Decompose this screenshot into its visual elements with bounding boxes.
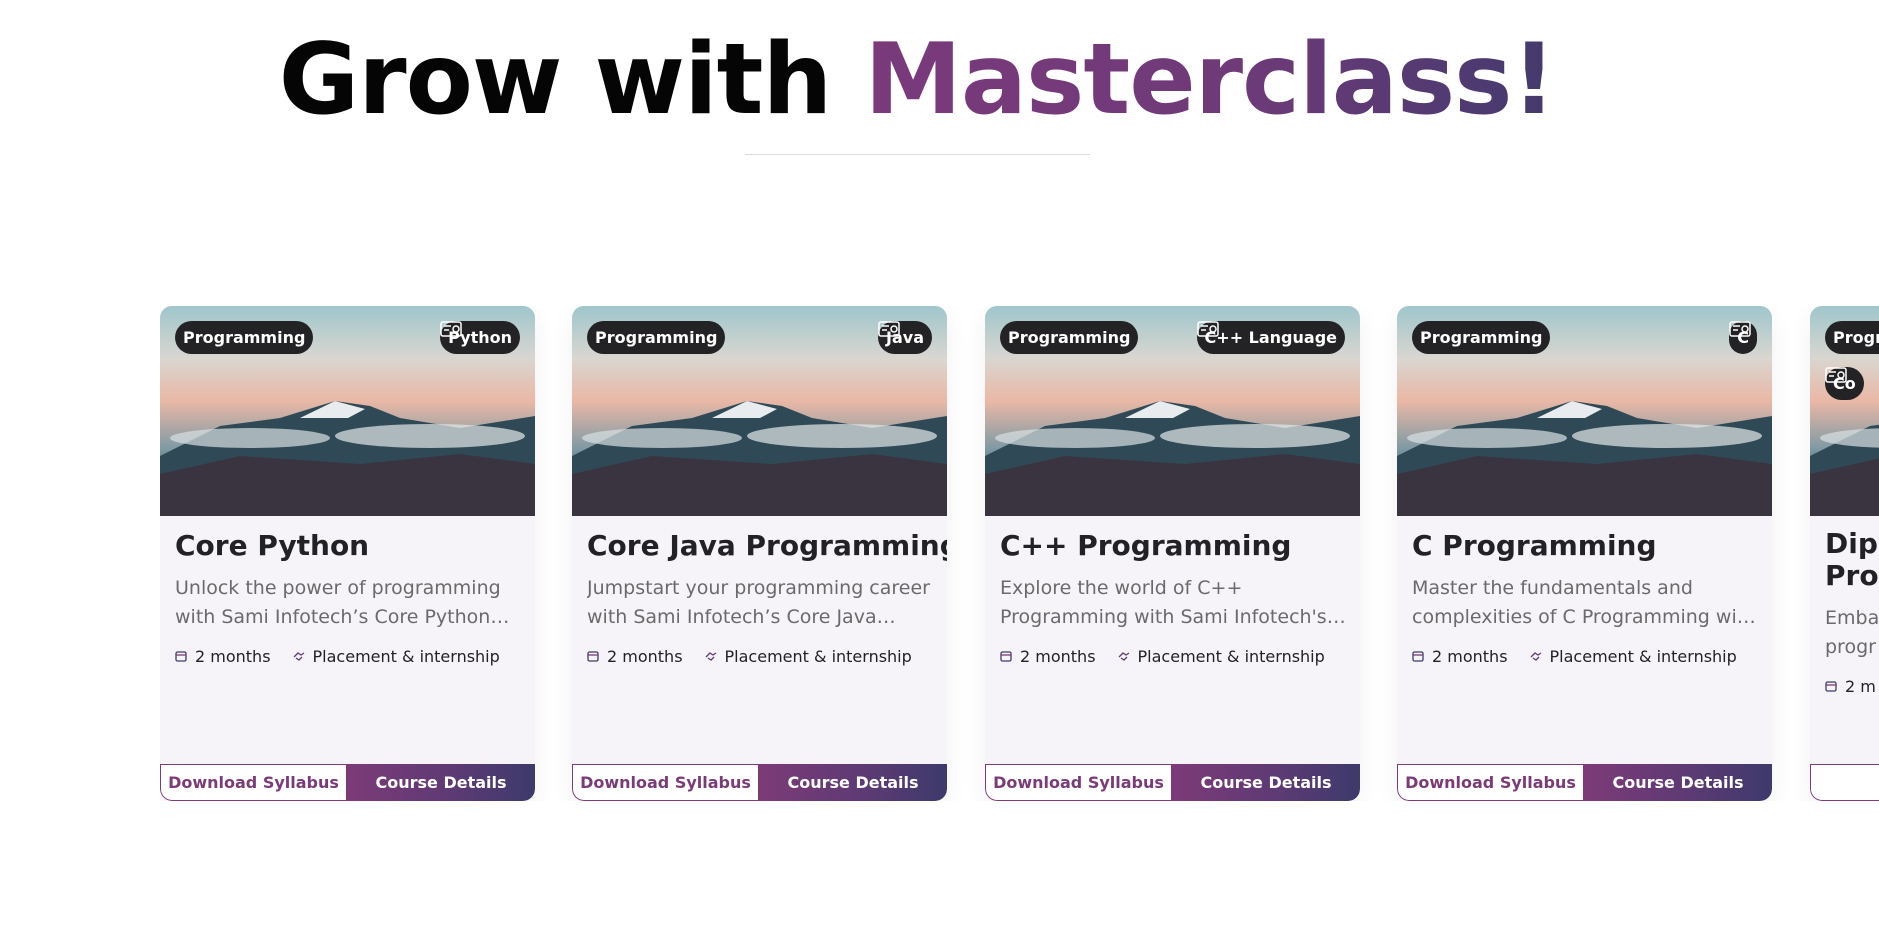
course-card: Programming C C Programming Master the f… (1397, 306, 1772, 801)
course-description: Explore the world of C++ Programming wit… (1000, 577, 1327, 628)
course-duration: 2 months (1432, 646, 1508, 666)
calendar-icon (587, 651, 599, 662)
download-syllabus-button[interactable]: Download Syllabus (1397, 764, 1584, 801)
category-badge: Programming (1000, 321, 1139, 354)
language-badge: C (1729, 321, 1757, 354)
download-syllabus-button[interactable]: Download Syllabus (985, 764, 1172, 801)
course-details-button[interactable]: Course Details (1584, 764, 1772, 801)
language-badge: C++ Language (1196, 321, 1345, 354)
course-description: Jumpstart your programming career with S… (587, 577, 930, 628)
language-badge-label: C++ Language (1204, 328, 1337, 347)
course-description: Unlock the power of programming with Sam… (175, 577, 501, 628)
course-details-button[interactable]: Course Details (1172, 764, 1360, 801)
heading-divider (745, 154, 1090, 155)
calendar-icon (1825, 681, 1837, 692)
course-perk: Placement & internship (724, 646, 912, 666)
course-image: Programming C++ Language (985, 306, 1360, 516)
certificate-icon (1825, 367, 1847, 383)
handshake-icon (1118, 652, 1129, 661)
course-image: Programming C (1397, 306, 1772, 516)
certificate-icon (1196, 321, 1219, 337)
card-actions: Download Syllabus Course Details (160, 764, 535, 801)
certificate-icon (878, 321, 900, 337)
card-actions: Download Syllabus Course Details (572, 764, 947, 801)
course-title: C Programming (1412, 529, 1657, 562)
course-title: Core Python (175, 529, 370, 562)
course-card: Programming Co Dip Pro Emba progr 2 m Do… (1810, 306, 1879, 801)
course-duration: 2 months (1020, 646, 1096, 666)
certificate-icon (1729, 321, 1751, 337)
section-heading: Grow with Masterclass! (0, 20, 1834, 140)
course-details-button[interactable]: Course Details (759, 764, 947, 801)
calendar-icon (1000, 651, 1012, 662)
course-description: Emba progr (1825, 607, 1879, 658)
course-details-button[interactable]: Course Details (347, 764, 535, 801)
course-duration: 2 months (195, 646, 271, 666)
category-badge: Programming (1825, 321, 1879, 354)
course-image: Programming Co (1810, 306, 1879, 516)
course-meta: 2 months Placement & internship (587, 646, 912, 666)
calendar-icon (1412, 651, 1424, 662)
course-card: Programming Python Core Python Unlock th… (160, 306, 535, 801)
calendar-icon (175, 651, 187, 662)
course-perk: Placement & internship (1137, 646, 1325, 666)
course-meta: 2 months Placement & internship (1000, 646, 1325, 666)
course-meta: 2 months Placement & internship (175, 646, 500, 666)
course-meta: 2 m (1825, 676, 1876, 696)
card-actions: Down (1810, 764, 1879, 801)
download-syllabus-button[interactable]: Download Syllabus (572, 764, 759, 801)
course-duration: 2 m (1845, 676, 1876, 696)
course-meta: 2 months Placement & internship (1412, 646, 1737, 666)
course-title: Dip Pro (1825, 527, 1879, 592)
category-badge: Programming (175, 321, 314, 354)
card-actions: Download Syllabus Course Details (985, 764, 1360, 801)
course-image: Programming Java (572, 306, 947, 516)
course-carousel: Programming Python Core Python Unlock th… (160, 306, 1879, 801)
handshake-icon (293, 652, 304, 661)
course-title: C++ Programming (1000, 529, 1292, 562)
language-badge: Co (1825, 367, 1864, 400)
course-perk: Placement & internship (312, 646, 500, 666)
download-syllabus-button[interactable]: Download Syllabus (160, 764, 347, 801)
category-badge: Programming (587, 321, 726, 354)
handshake-icon (705, 652, 716, 661)
language-badge: Python (440, 321, 520, 354)
language-badge: Java (878, 321, 932, 354)
course-image: Programming Python (160, 306, 535, 516)
card-actions: Download Syllabus Course Details (1397, 764, 1772, 801)
course-card: Programming Java Core Java Programming J… (572, 306, 947, 801)
course-duration: 2 months (607, 646, 683, 666)
course-title: Core Java Programming (587, 529, 947, 562)
course-description: Master the fundamentals and complexities… (1412, 577, 1757, 628)
heading-accent: Masterclass! (864, 23, 1556, 137)
handshake-icon (1530, 652, 1541, 661)
heading-lead: Grow with (278, 23, 865, 137)
download-syllabus-button[interactable]: Down (1810, 764, 1879, 801)
course-perk: Placement & internship (1549, 646, 1737, 666)
certificate-icon (440, 321, 462, 337)
course-card: Programming C++ Language C++ Programming… (985, 306, 1360, 801)
category-badge: Programming (1412, 321, 1551, 354)
